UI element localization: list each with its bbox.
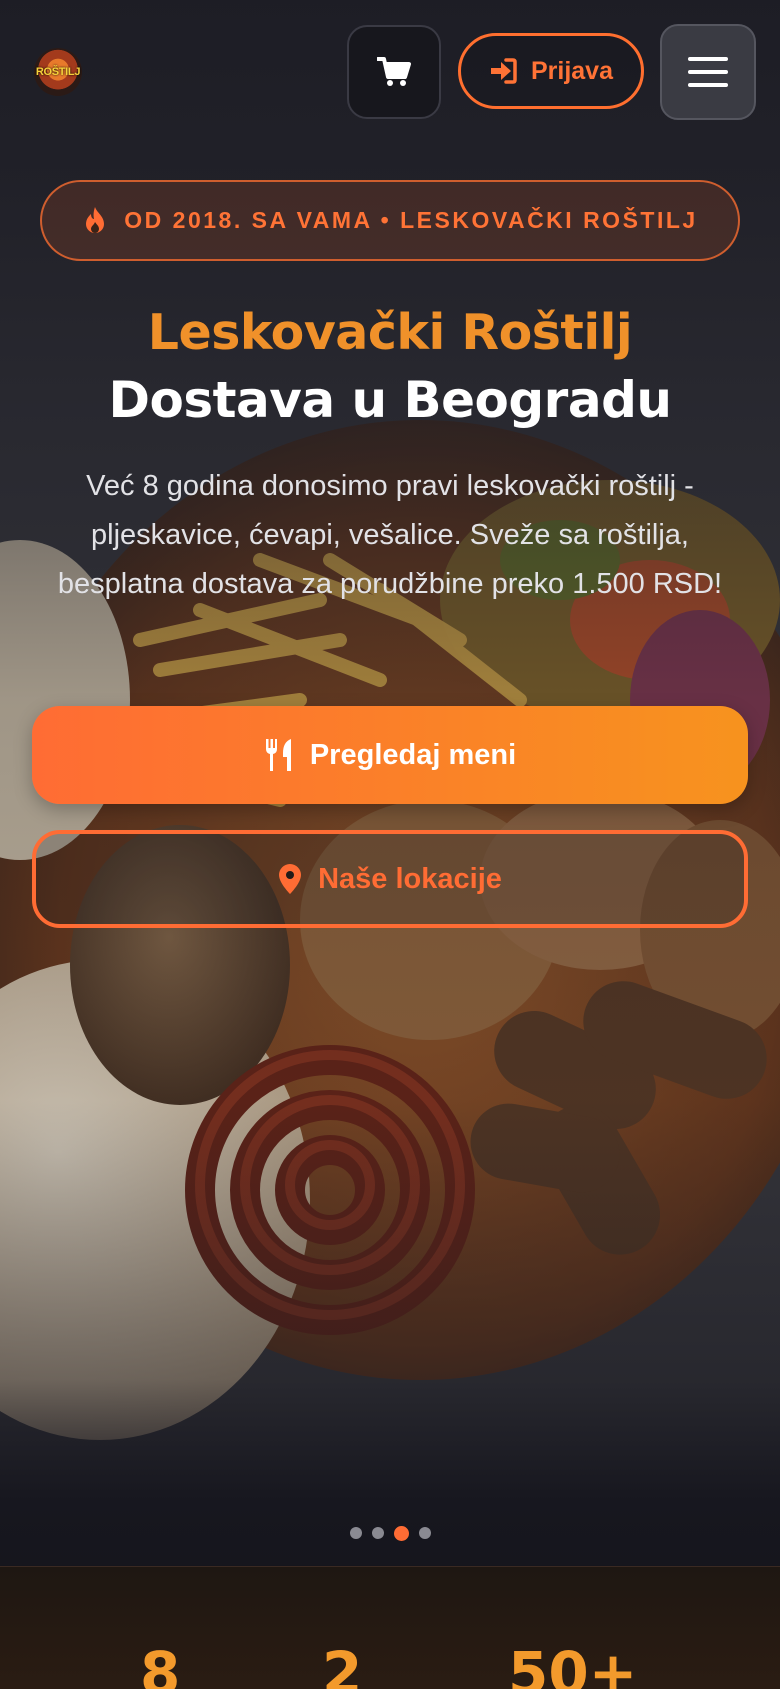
view-menu-button[interactable]: Pregledaj meni xyxy=(32,706,748,804)
since-badge: OD 2018. SA VAMA • LESKOVAČKI ROŠTILJ xyxy=(40,180,740,261)
login-button[interactable]: Prijava xyxy=(458,33,644,109)
stat-items-value: 50+ xyxy=(508,1639,638,1689)
fire-icon xyxy=(86,206,105,233)
hamburger-icon-bar xyxy=(688,70,728,74)
hero-description: Već 8 godina donosimo pravi leskovački r… xyxy=(57,470,723,600)
brand-logo[interactable]: ROŠTILJ xyxy=(34,48,82,96)
cart-button[interactable] xyxy=(347,25,441,119)
slider-dot[interactable] xyxy=(418,1527,431,1539)
stats-section: 8 2 50+ xyxy=(0,1566,780,1689)
sign-in-icon xyxy=(490,58,517,84)
logo-text: ROŠTILJ xyxy=(35,66,81,78)
hamburger-icon-bar xyxy=(688,57,728,61)
badge-text: OD 2018. SA VAMA • LESKOVAČKI ROŠTILJ xyxy=(124,207,698,233)
hero-title-line2: Dostava u Beogradu xyxy=(108,371,672,429)
slider-dot-active[interactable] xyxy=(393,1526,409,1541)
locations-button[interactable]: Naše lokacije xyxy=(32,830,748,928)
slider-dot[interactable] xyxy=(349,1527,362,1539)
stat-years-value: 8 xyxy=(140,1639,181,1689)
locations-label: Naše lokacije xyxy=(318,862,502,895)
stat-locations-value: 2 xyxy=(322,1639,363,1689)
menu-button[interactable] xyxy=(660,24,756,120)
login-label: Prijava xyxy=(530,56,613,85)
utensils-icon xyxy=(265,739,291,771)
map-pin-icon xyxy=(279,864,302,894)
view-menu-label: Pregledaj meni xyxy=(309,738,517,771)
hero-title-line1: Leskovački Roštilj xyxy=(147,304,633,361)
slider-dots xyxy=(0,1526,780,1541)
hamburger-icon-bar xyxy=(688,83,728,87)
cart-icon xyxy=(377,57,411,86)
slider-dot[interactable] xyxy=(371,1527,384,1539)
